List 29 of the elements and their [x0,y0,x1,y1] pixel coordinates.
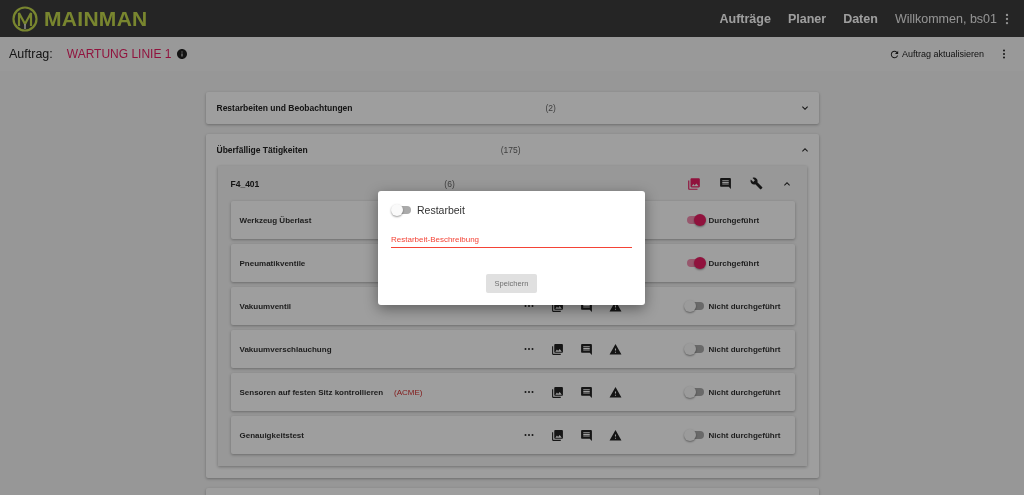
group-title[interactable]: F4_401 [230,178,260,189]
order-label: Auftrag: [9,47,53,61]
task-name: Vakuumventil [239,301,292,311]
dialog-title: Restarbeit [417,204,465,216]
status-label: Durchgeführt [708,258,760,268]
status-label: Nicht durchgeführt [708,344,781,354]
status-label: Nicht durchgeführt [708,430,781,440]
group-count: (6) [444,178,455,189]
task-name: Vakuumverschlauchung [239,344,332,354]
description-field[interactable]: Restarbeit-Beschreibung [391,232,632,248]
status-label: Nicht durchgeführt [708,301,781,311]
user-greeting: Willkommen, bs01 [894,11,997,26]
status-label: Nicht durchgeführt [708,387,781,397]
nav-link[interactable]: Aufträge [719,11,771,26]
task-tag: (ACME) [394,387,423,397]
refresh-button[interactable]: Auftrag aktualisieren [888,48,984,60]
task-name: Sensoren auf festen Sitz kontrollieren [239,387,384,397]
nav-link[interactable]: Planer [787,11,827,26]
task-name: Pneumatikventile [239,258,306,268]
nav-link[interactable]: Daten [843,11,878,26]
section-title[interactable]: Überfällige Tätigkeiten [216,145,308,155]
order-name: WARTUNG LINIE 1 [66,47,172,61]
task-name: Genauigkeitstest [239,430,304,440]
section-count: (175) [500,145,521,155]
section-count: (2) [545,103,556,113]
task-name: Werkzeug Überlast [239,215,312,225]
logo-text: MAINMAN [44,6,148,31]
section-title[interactable]: Restarbeiten und Beobachtungen [216,103,353,113]
status-label: Durchgeführt [708,215,760,225]
